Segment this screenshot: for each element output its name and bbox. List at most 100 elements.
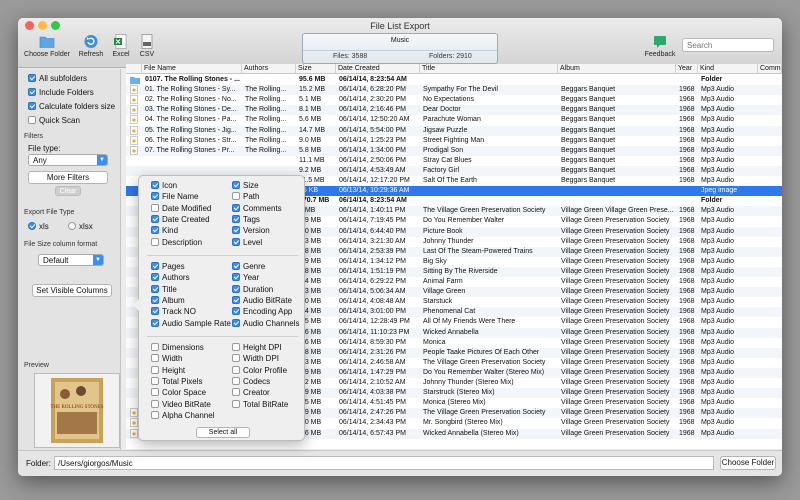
column-option-checkbox[interactable]: File Name [151, 192, 198, 201]
column-header[interactable]: Authors [242, 64, 296, 74]
cell-date: 06/14/14, 2:31:26 PM [339, 348, 406, 356]
column-option-checkbox[interactable]: Date Created [151, 214, 210, 224]
column-header[interactable]: Title [420, 64, 558, 74]
more-filters-button[interactable]: More Filters [28, 171, 108, 184]
column-header[interactable]: Comme [758, 64, 782, 74]
cell-year: 1968 [679, 399, 695, 407]
column-option-checkbox[interactable]: Total BitRate [232, 399, 288, 409]
cell-title: Jigsaw Puzzle [423, 126, 468, 134]
column-option-checkbox[interactable]: Comments [232, 203, 282, 213]
column-header[interactable]: File Name [142, 64, 242, 74]
column-option-checkbox[interactable]: Icon [151, 181, 177, 190]
table-row[interactable]: 05. The Rolling Stones - Jig... The Rolli… [126, 125, 782, 136]
cell-album: Village Green Preservation Society [561, 429, 670, 437]
column-option-checkbox[interactable]: Kind [151, 226, 178, 235]
column-option-checkbox[interactable]: Tags [232, 214, 260, 224]
visible-columns-popover: Icon Size File Name Path Date Modified Commen… [133, 175, 305, 441]
xlsx-radio[interactable]: xlsx [68, 222, 93, 231]
csv-button[interactable]: CSV [136, 34, 158, 58]
column-option-checkbox[interactable]: Audio Sample Rate [151, 318, 231, 328]
cell-album: Village Green Preservation Society [561, 278, 670, 285]
column-header[interactable]: Date Created [336, 64, 420, 74]
cell-kind: Mp3 Audio [701, 379, 735, 386]
cell-title: No Expectations [423, 96, 474, 104]
column-header[interactable]: Kind [698, 64, 758, 74]
file-type-select[interactable]: Any ▼ [28, 154, 108, 166]
table-row[interactable]: 06. The Rolling Stones - Str... The Rolli… [126, 135, 782, 146]
column-option-checkbox[interactable]: Version [232, 226, 270, 235]
column-option-checkbox[interactable]: Path [232, 192, 259, 201]
excel-button[interactable]: Excel [110, 34, 132, 58]
select-all-button[interactable]: Select all [196, 427, 250, 438]
clear-button[interactable]: Clear [55, 186, 81, 196]
refresh-button[interactable]: Refresh [76, 34, 106, 58]
column-option-checkbox[interactable]: Height [151, 365, 185, 375]
quick-scan-checkbox[interactable]: Quick Scan [28, 116, 80, 125]
table-row[interactable]: 04. The Rolling Stones - Pa... The Rollin… [126, 115, 782, 125]
search-input[interactable] [682, 38, 774, 52]
table-row[interactable]: 01. The Rolling Stones - Sy... The Rollin… [126, 85, 782, 96]
xls-radio[interactable]: xls [28, 222, 49, 231]
table-row[interactable]: 11.1 MB 06/14/14, 2:50:06 PM Stray Cat Blu… [126, 156, 782, 166]
column-option-checkbox[interactable]: Video BitRate [151, 399, 211, 409]
cell-album: Village Green Preservation Society [561, 328, 670, 336]
column-option-checkbox[interactable]: Album [151, 295, 185, 305]
column-option-checkbox[interactable]: Dimensions [151, 343, 204, 352]
column-option-checkbox[interactable]: Audio BitRate [232, 295, 292, 305]
feedback-button[interactable]: Feedback [644, 34, 676, 58]
include-folders-checkbox[interactable]: Include Folders [28, 88, 94, 97]
cell-authors: The Rolling... [245, 146, 287, 154]
cell-album: Village Green Preservation Society [561, 298, 670, 306]
column-option-checkbox[interactable]: Color Profile [232, 365, 287, 375]
column-option-checkbox[interactable]: Size [232, 181, 259, 190]
column-header[interactable]: Size [296, 64, 336, 74]
cell-size: 5.6 MB [299, 116, 322, 124]
cell-album [559, 186, 676, 196]
feedback-label: Feedback [644, 51, 676, 58]
column-option-checkbox[interactable]: Color Space [151, 388, 206, 397]
size-format-select[interactable]: Default ▼ [38, 254, 104, 266]
cell-year: 1968 [679, 338, 695, 346]
column-option-checkbox[interactable]: Pages [151, 262, 185, 271]
all-subfolders-checkbox[interactable]: All subfolders [28, 74, 87, 83]
column-header[interactable]: Album [558, 64, 676, 74]
cell-date: 06/14/14, 11:10:23 PM [339, 328, 410, 336]
choose-folder-button[interactable]: Choose Folder [23, 34, 71, 58]
column-option-checkbox[interactable]: Audio Channels [232, 318, 299, 328]
table-row[interactable]: 02. The Rolling Stones - No... The Rollin… [126, 95, 782, 105]
column-header[interactable] [126, 64, 142, 74]
column-option-checkbox[interactable]: Alpha Channel [151, 410, 214, 420]
column-option-checkbox[interactable]: Duration [232, 284, 273, 294]
cell-name: 0107. The Rolling Stones - ... [145, 76, 240, 83]
toolbar: File List Export Choose Folder Refresh E… [18, 18, 782, 68]
column-option-checkbox[interactable]: Title [151, 284, 177, 294]
table-row[interactable]: 03. The Rolling Stones - De... The Rollin… [126, 105, 782, 116]
cell-album: Beggars Banquet [561, 156, 616, 164]
bottom-bar: Folder: /Users/giorgos/Music Choose Fold… [18, 450, 782, 476]
column-option-checkbox[interactable]: Encoding App [232, 307, 292, 316]
table-row[interactable]: 07. The Rolling Stones - Pr... The Rollin… [126, 145, 782, 156]
album-art-image: THE ROLLING STONES [35, 374, 119, 447]
calc-size-checkbox[interactable]: Calculate folders size [28, 102, 115, 111]
folder-path-field[interactable]: /Users/giorgos/Music [54, 456, 714, 470]
column-option-checkbox[interactable]: Description [151, 237, 202, 247]
choose-folder-bottom-button[interactable]: Choose Folder [720, 456, 776, 470]
cell-year: 1968 [679, 257, 695, 265]
column-option-checkbox[interactable]: Height DPI [232, 343, 282, 352]
column-option-checkbox[interactable]: Year [232, 273, 259, 282]
column-option-checkbox[interactable]: Width DPI [232, 354, 279, 363]
cell-album: Village Green Preservation Society [561, 237, 670, 245]
column-option-checkbox[interactable]: Authors [151, 273, 190, 282]
column-option-checkbox[interactable]: Genre [232, 262, 265, 271]
cell-size: 9.2 MB [299, 166, 322, 174]
table-row[interactable]: 0107. The Rolling Stones - ... 95.6 MB 06/… [126, 75, 782, 85]
column-option-checkbox[interactable]: Creator [232, 388, 270, 397]
column-option-checkbox[interactable]: Track NO [151, 307, 196, 316]
column-option-checkbox[interactable]: Width [151, 354, 182, 363]
set-visible-columns-button[interactable]: Set Visible Columns [32, 284, 112, 297]
column-option-checkbox[interactable]: Date Modified [151, 203, 211, 213]
column-option-checkbox[interactable]: Level [232, 237, 262, 247]
column-option-checkbox[interactable]: Total Pixels [151, 376, 202, 386]
column-option-checkbox[interactable]: Codecs [232, 376, 270, 386]
column-header[interactable]: Year [676, 64, 698, 74]
